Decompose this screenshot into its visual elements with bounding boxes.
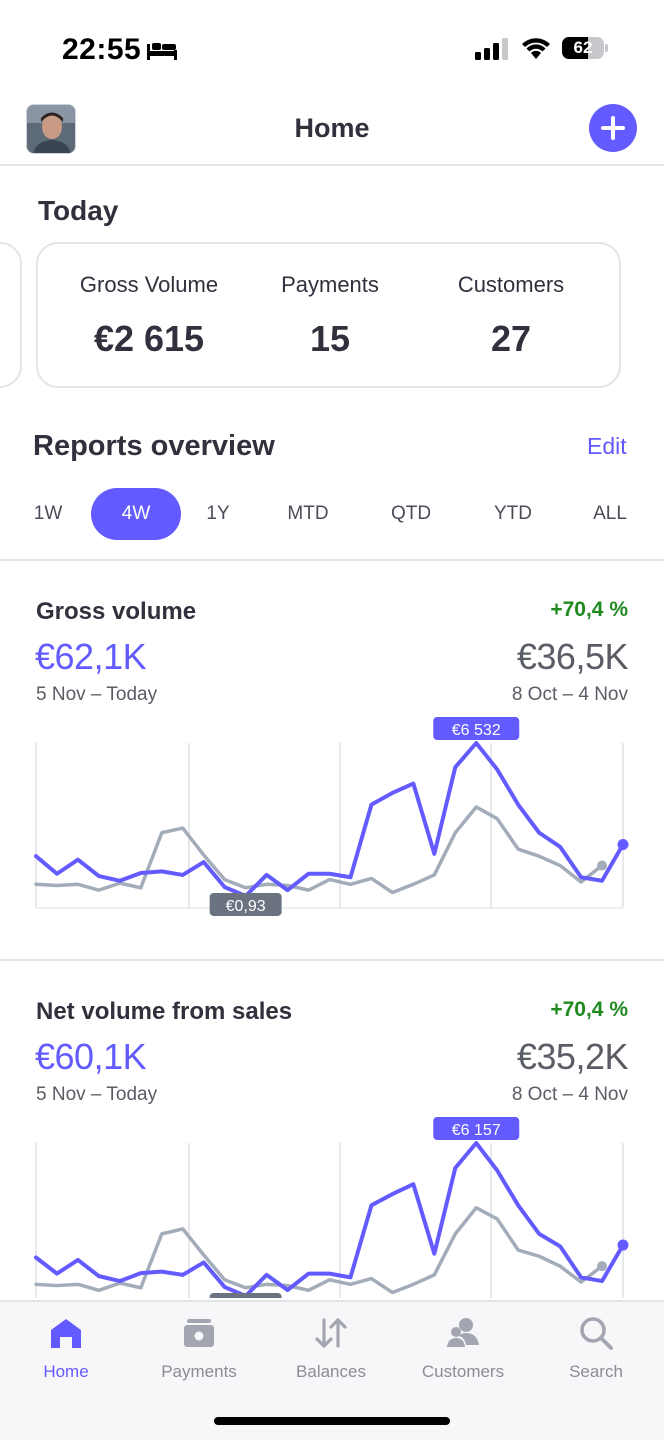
range-tab-qtd[interactable]: QTD [376,488,446,540]
battery-indicator: 62 [562,37,608,59]
current-series-line [34,741,625,898]
nav-bar: Home [0,96,664,166]
current-series-endpoint [617,1239,629,1251]
previous-card-peek[interactable] [0,242,22,388]
battery-percent: 62 [573,38,593,57]
divider [0,959,664,961]
customers-icon [447,1318,479,1347]
previous-series-endpoint [597,1261,608,1272]
metric-label: Gross Volume [79,272,219,297]
edit-button[interactable]: Edit [587,433,627,460]
balances-icon [315,1318,347,1348]
metric-value: 15 [309,318,351,359]
tab-home[interactable]: Home [6,1302,126,1402]
search-icon [580,1317,613,1350]
metric-value: 27 [490,318,532,359]
max-value-label: €6 532 [433,717,520,740]
home-indicator [214,1417,450,1425]
range-tab-4w[interactable]: 4W [91,488,181,540]
status-time: 22:55 [62,33,142,66]
max-value-label: €6 157 [433,1117,520,1140]
previous-series-endpoint [597,860,608,871]
status-bar: 22:55 62 [0,0,664,96]
max-value-text: €6 532 [452,722,501,739]
current-series-endpoint [617,838,629,850]
gross-volume-chart: €6 532 €0,93 [34,717,629,916]
sleep-mode-icon [147,43,177,60]
wifi-icon [522,38,550,59]
payments-icon [184,1319,214,1347]
home-icon [51,1319,81,1348]
range-tab-1y[interactable]: 1Y [190,488,246,540]
report-card-gross-volume[interactable]: Gross volume +70,4 % €62,1K €36,5K 5 Nov… [0,598,664,958]
report-card-net-volume[interactable]: Net volume from sales +70,4 % €60,1K €35… [0,998,664,1298]
min-value-text: €0,93 [226,898,266,915]
min-value-label: €0,66 [209,1292,282,1298]
reports-overview-heading: Reports overview [33,430,275,462]
range-tab-all[interactable]: ALL [578,488,642,540]
today-heading: Today [38,195,119,226]
metric-label: Customers [457,272,565,297]
tab-payments[interactable]: Payments [139,1302,259,1402]
divider [0,559,664,561]
metric-value: €2 615 [93,318,205,359]
tab-customers[interactable]: Customers [403,1302,523,1402]
range-selector: 1W 4W 1Y MTD QTD YTD ALL [0,488,664,540]
today-summary-card[interactable]: Gross Volume €2 615 Payments 15 Customer… [36,242,621,388]
tab-label: Balances [296,1362,366,1381]
range-tab-ytd[interactable]: YTD [478,488,548,540]
range-tab-mtd[interactable]: MTD [273,488,343,540]
tab-balances[interactable]: Balances [271,1302,391,1402]
tab-label: Payments [161,1362,237,1381]
max-value-text: €6 157 [452,1122,501,1139]
tab-label: Search [569,1362,623,1381]
page-title: Home [294,113,370,143]
min-value-label: €0,93 [209,892,282,916]
tab-search[interactable]: Search [536,1302,656,1402]
add-button[interactable] [589,104,637,152]
current-series-line [34,1141,625,1298]
range-tab-1w[interactable]: 1W [20,488,76,540]
tab-label: Customers [421,1362,505,1381]
cellular-signal-icon [475,38,508,60]
metric-label: Payments [281,272,379,297]
net-volume-chart: €6 157 €0,66 [34,1117,629,1298]
tab-label: Home [43,1362,89,1381]
